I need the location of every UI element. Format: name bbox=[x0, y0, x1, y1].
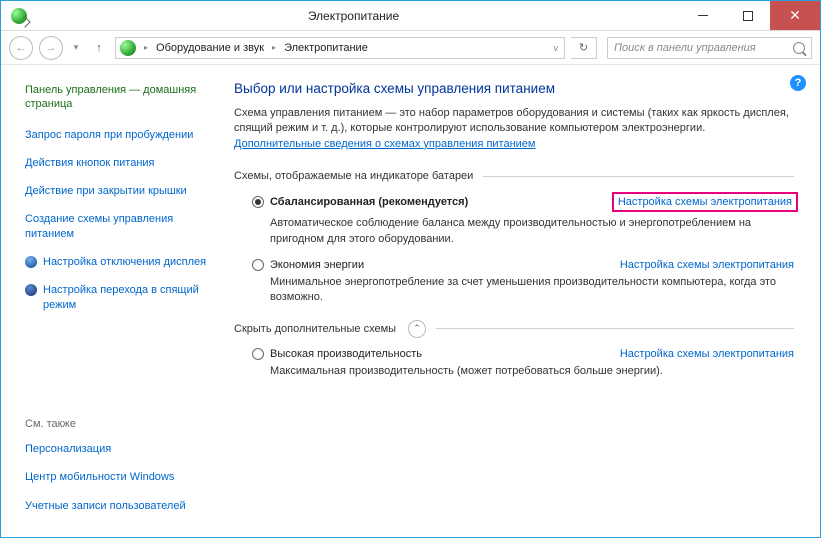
radio-high[interactable] bbox=[252, 348, 264, 360]
change-plan-link-balanced[interactable]: Настройка схемы электропитания bbox=[612, 192, 798, 212]
breadcrumb-item[interactable]: Оборудование и звук bbox=[156, 42, 264, 54]
see-also-heading: См. также bbox=[25, 418, 208, 430]
titlebar: Электропитание ✕ bbox=[1, 1, 820, 31]
chevron-right-icon: ▸ bbox=[272, 43, 276, 52]
page-heading: Выбор или настройка схемы управления пит… bbox=[234, 81, 794, 96]
sidebar-link-power-buttons[interactable]: Действия кнопок питания bbox=[25, 156, 208, 170]
radio-saver[interactable] bbox=[252, 259, 264, 271]
plan-name[interactable]: Экономия энергии bbox=[270, 259, 364, 271]
power-options-icon bbox=[11, 8, 27, 24]
moon-icon bbox=[25, 284, 37, 296]
back-button[interactable]: ← bbox=[9, 36, 33, 60]
refresh-button[interactable]: ↻ bbox=[571, 37, 597, 59]
plan-balanced: Сбалансированная (рекомендуется) Настрой… bbox=[234, 192, 794, 247]
chevron-up-icon: ⌃ bbox=[413, 323, 421, 334]
control-panel-home-link[interactable]: Панель управления — домашняя страница bbox=[25, 83, 208, 112]
sidebar-link-user-accounts[interactable]: Учетные записи пользователей bbox=[25, 499, 208, 513]
sidebar-link-password[interactable]: Запрос пароля при пробуждении bbox=[25, 128, 208, 142]
main-content: ? Выбор или настройка схемы управления п… bbox=[216, 65, 820, 539]
plan-saver: Экономия энергии Настройка схемы электро… bbox=[234, 259, 794, 306]
power-plan-icon bbox=[120, 40, 136, 56]
window-controls: ✕ bbox=[680, 1, 820, 30]
group-header[interactable]: Скрыть дополнительные схемы ⌃ bbox=[234, 320, 794, 338]
sidebar-link-display-off[interactable]: Настройка отключения дисплея bbox=[25, 255, 208, 269]
up-button[interactable]: ↑ bbox=[89, 37, 109, 59]
plans-shown-group: Схемы, отображаемые на индикаторе батаре… bbox=[234, 170, 794, 306]
breadcrumb-item[interactable]: Электропитание bbox=[284, 42, 368, 54]
additional-plans-group: Скрыть дополнительные схемы ⌃ Высокая пр… bbox=[234, 320, 794, 379]
toolbar: ← → ▾ ↑ ▸ Оборудование и звук ▸ Электроп… bbox=[1, 31, 820, 65]
change-plan-link-saver[interactable]: Настройка схемы электропитания bbox=[620, 259, 794, 271]
maximize-button[interactable] bbox=[725, 1, 770, 30]
shield-icon bbox=[25, 256, 37, 268]
help-icon[interactable]: ? bbox=[790, 75, 806, 91]
search-input[interactable]: Поиск в панели управления bbox=[607, 37, 812, 59]
history-dropdown[interactable]: ▾ bbox=[69, 41, 83, 55]
change-plan-link-high[interactable]: Настройка схемы электропитания bbox=[620, 348, 794, 360]
sidebar-link-lid[interactable]: Действие при закрытии крышки bbox=[25, 184, 208, 198]
sidebar: Панель управления — домашняя страница За… bbox=[1, 65, 216, 539]
plan-description: Минимальное энергопотребление за счет ум… bbox=[252, 275, 794, 306]
close-icon: ✕ bbox=[789, 7, 801, 24]
chevron-down-icon[interactable]: v bbox=[554, 43, 559, 53]
plan-high-performance: Высокая производительность Настройка схе… bbox=[234, 348, 794, 379]
address-bar[interactable]: ▸ Оборудование и звук ▸ Электропитание v bbox=[115, 37, 565, 59]
window-title: Электропитание bbox=[27, 9, 680, 23]
search-icon bbox=[793, 42, 805, 54]
collapse-button[interactable]: ⌃ bbox=[408, 320, 426, 338]
sidebar-link-personalization[interactable]: Персонализация bbox=[25, 442, 208, 456]
radio-balanced[interactable] bbox=[252, 196, 264, 208]
chevron-right-icon: ▸ bbox=[144, 43, 148, 52]
search-placeholder: Поиск в панели управления bbox=[614, 42, 756, 54]
group-header: Схемы, отображаемые на индикаторе батаре… bbox=[234, 170, 794, 182]
plan-name[interactable]: Сбалансированная (рекомендуется) bbox=[270, 196, 468, 208]
forward-button[interactable]: → bbox=[39, 36, 63, 60]
plan-description: Автоматическое соблюдение баланса между … bbox=[252, 216, 794, 247]
sidebar-link-mobility-center[interactable]: Центр мобильности Windows bbox=[25, 470, 208, 484]
close-button[interactable]: ✕ bbox=[770, 1, 820, 30]
sidebar-link-create-plan[interactable]: Создание схемы управления питанием bbox=[25, 212, 208, 241]
sidebar-link-sleep[interactable]: Настройка перехода в спящий режим bbox=[25, 283, 208, 312]
plan-name[interactable]: Высокая производительность bbox=[270, 348, 422, 360]
page-description: Схема управления питанием — это набор па… bbox=[234, 106, 794, 152]
plan-description: Максимальная производительность (может п… bbox=[252, 364, 794, 379]
minimize-button[interactable] bbox=[680, 1, 725, 30]
learn-more-link[interactable]: Дополнительные сведения о схемах управле… bbox=[234, 138, 536, 150]
